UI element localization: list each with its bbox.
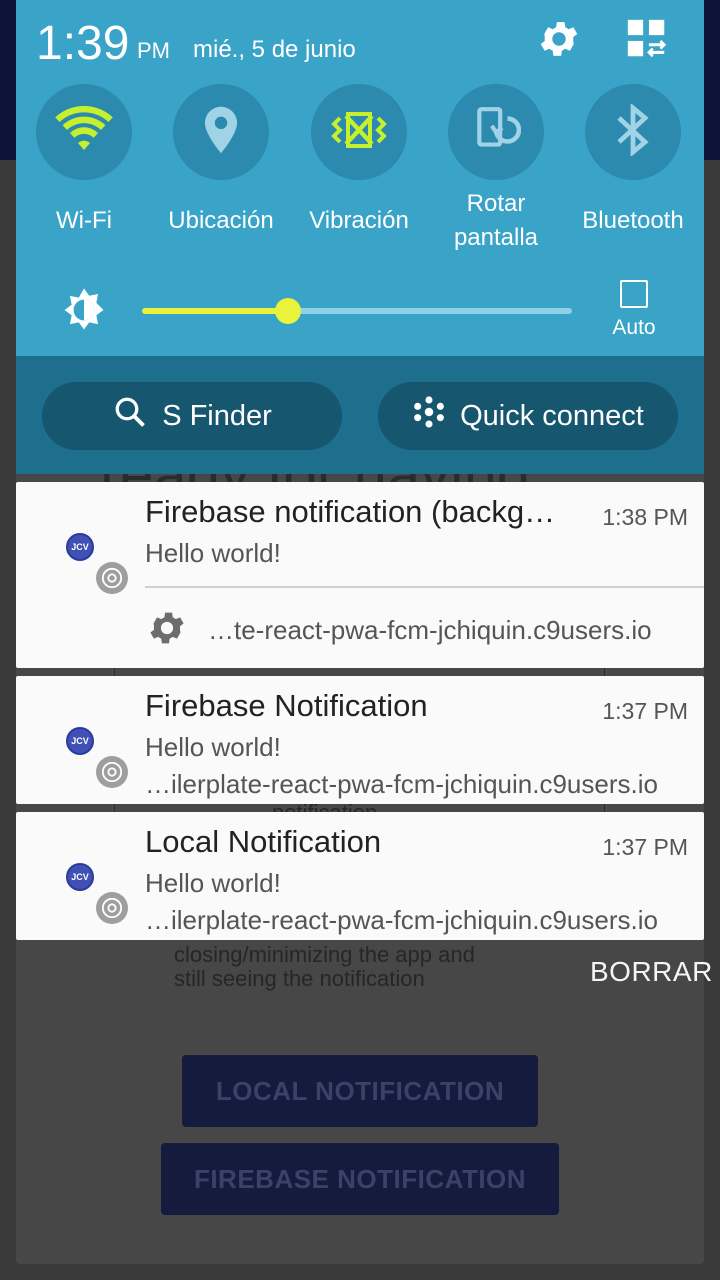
vibration-label: Vibración (309, 207, 409, 234)
clear-all-button[interactable]: BORRAR (590, 956, 713, 988)
rotate-icon (471, 105, 522, 160)
notification-firebase[interactable]: JCV Firebase Notification 1:37 PM Hello … (16, 676, 704, 804)
app-avatar: JCV (66, 533, 94, 561)
s-finder-button[interactable]: S Finder (42, 382, 342, 450)
app-desc-line1: closing/minimizing the app and (174, 942, 475, 967)
notification-title: Local Notification (145, 824, 382, 859)
bluetooth-icon (613, 102, 653, 161)
search-icon (112, 394, 148, 438)
brightness-slider-filled[interactable] (142, 308, 289, 314)
quick-connect-label: Quick connect (460, 399, 644, 432)
rotate-label: Rotar pantalla (453, 190, 539, 251)
auto-brightness-checkbox[interactable] (620, 280, 648, 308)
notification-time: 1:38 PM (602, 504, 688, 530)
notification-local[interactable]: JCV Local Notification 1:37 PM Hello wor… (16, 812, 704, 940)
quick-connect-icon (412, 395, 446, 437)
bluetooth-label: Bluetooth (582, 207, 684, 234)
clock-ampm: PM (137, 38, 170, 63)
settings-gear-icon[interactable] (536, 16, 582, 62)
wifi-label: Wi-Fi (56, 207, 112, 234)
chrome-icon (96, 562, 128, 594)
notification-text: Hello world! (145, 868, 281, 898)
notification-title: Firebase Notification (145, 688, 428, 723)
brightness-icon (58, 284, 110, 341)
rotate-toggle[interactable] (448, 84, 544, 180)
app-desc-line2: still seeing the notification (174, 966, 425, 991)
brightness-slider-thumb[interactable] (275, 298, 302, 324)
notification-title: Firebase notification (backg… (145, 494, 556, 529)
notification-action-text[interactable]: …te-react-pwa-fcm-jchiquin.c9users.io (208, 615, 688, 646)
vibrate-icon (328, 110, 390, 155)
bluetooth-toggle[interactable] (585, 84, 681, 180)
firebase-notification-button[interactable]: FIREBASE NOTIFICATION (161, 1143, 559, 1215)
clock-time: 1:39 (36, 17, 130, 70)
vibration-toggle[interactable] (311, 84, 407, 180)
brightness-slider-track[interactable] (288, 308, 572, 314)
notification-firebase-background[interactable]: JCV Firebase notification (backg… 1:38 P… (16, 482, 704, 668)
notification-time: 1:37 PM (602, 698, 688, 724)
app-avatar: JCV (66, 727, 94, 755)
notification-text: Hello world! (145, 732, 281, 762)
wifi-toggle[interactable] (36, 84, 132, 180)
wifi-icon (54, 105, 114, 159)
auto-brightness-label: Auto (612, 316, 656, 339)
local-notification-button[interactable]: LOCAL NOTIFICATION (182, 1055, 538, 1127)
edit-toggles-icon[interactable] (624, 16, 670, 62)
app-avatar: JCV (66, 863, 94, 891)
notification-text: Hello world! (145, 538, 281, 568)
quick-settings-panel: 1:39 PM mié., 5 de junio Wi-Fi Ubicación… (16, 0, 704, 474)
location-toggle[interactable] (173, 84, 269, 180)
quick-connect-button[interactable]: Quick connect (378, 382, 678, 450)
notification-url: …ilerplate-react-pwa-fcm-jchiquin.c9user… (145, 769, 658, 799)
notification-divider (145, 586, 704, 588)
date-label: mié., 5 de junio (193, 36, 356, 63)
notification-url: …ilerplate-react-pwa-fcm-jchiquin.c9user… (145, 905, 658, 935)
s-finder-label: S Finder (162, 399, 272, 432)
location-label: Ubicación (168, 207, 274, 234)
location-icon (199, 105, 243, 160)
notification-time: 1:37 PM (602, 834, 688, 860)
chrome-icon (96, 892, 128, 924)
chrome-icon (96, 756, 128, 788)
site-settings-gear-icon[interactable] (146, 607, 188, 654)
